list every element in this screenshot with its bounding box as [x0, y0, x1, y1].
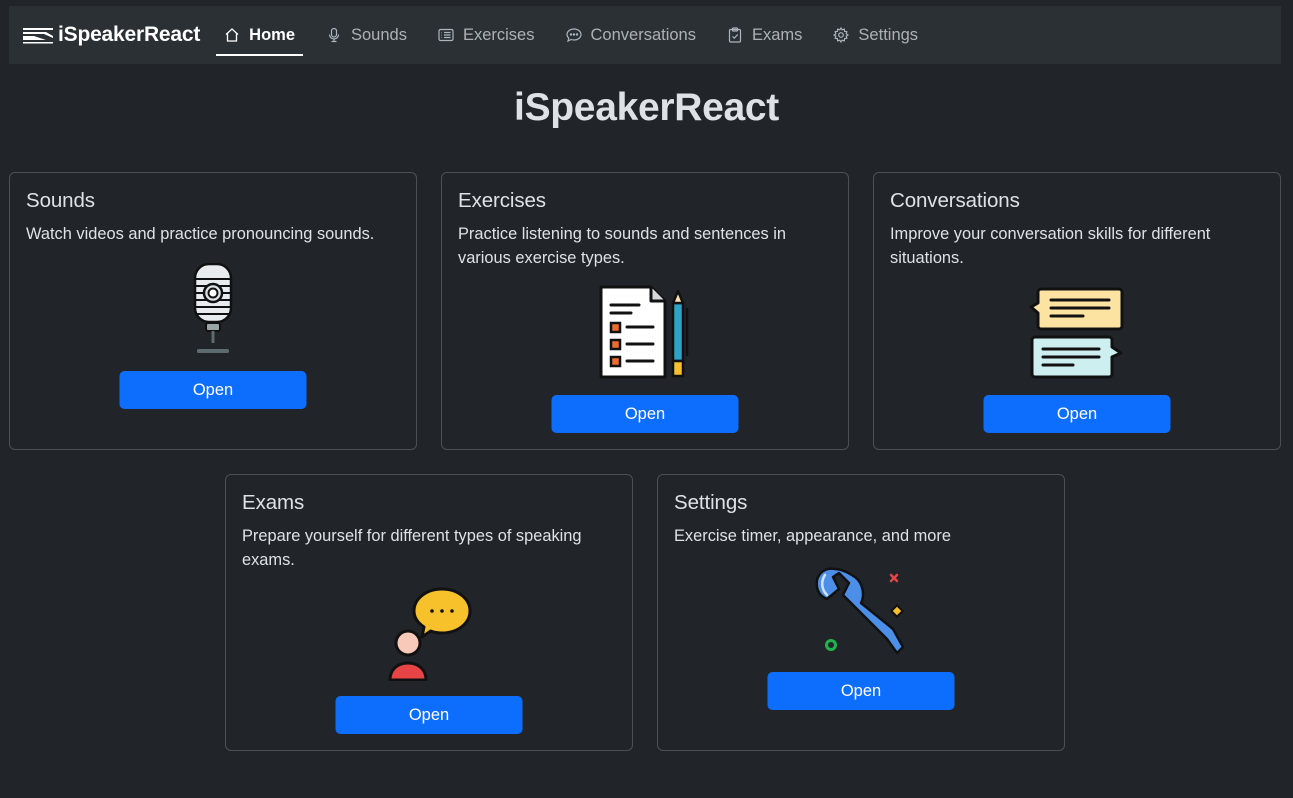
open-exercises-button[interactable]: Open	[551, 395, 739, 433]
chat-dots-icon	[565, 27, 582, 43]
page-title: iSpeakerReact	[514, 86, 779, 129]
card-description: Prepare yourself for different types of …	[242, 527, 582, 569]
card-description: Exercise timer, appearance, and more	[674, 527, 951, 545]
nav-item-label: Exams	[751, 25, 803, 44]
card-title: Sounds	[26, 189, 95, 212]
nav-item-home[interactable]: Home	[216, 6, 303, 64]
card-description: Watch videos and practice pronouncing so…	[26, 225, 375, 243]
card-title: Exercises	[458, 189, 546, 212]
clipboard-check-icon	[727, 27, 743, 43]
nav-item-label: Settings	[858, 25, 919, 44]
open-sounds-button[interactable]: Open	[119, 371, 307, 409]
nav-item-exercises[interactable]: Exercises	[430, 6, 543, 64]
wrench-illustration-icon	[815, 567, 905, 655]
open-conversations-button[interactable]: Open	[983, 395, 1171, 433]
brand-logo-icon	[23, 28, 53, 44]
nav-item-settings[interactable]: Settings	[825, 6, 926, 64]
card-title: Conversations	[890, 189, 1020, 212]
card-description: Improve your conversation skills for dif…	[890, 225, 1211, 267]
card-conversations: Conversations Improve your conversation …	[873, 172, 1281, 450]
speaker-person-illustration-icon	[388, 587, 472, 681]
card-title: Settings	[674, 491, 748, 514]
microphone-icon	[326, 27, 342, 43]
brand-name: iSpeakerReact	[58, 23, 201, 46]
card-exams: Exams Prepare yourself for different typ…	[225, 474, 633, 751]
nav-item-label: Home	[249, 25, 295, 44]
card-settings: Settings Exercise timer, appearance, and…	[657, 474, 1065, 751]
open-settings-button[interactable]: Open	[767, 672, 955, 710]
nav-item-conversations[interactable]: Conversations	[558, 6, 704, 64]
card-description: Practice listening to sounds and sentenc…	[458, 225, 787, 267]
nav-item-label: Exercises	[462, 25, 535, 44]
speech-bubbles-illustration-icon	[1029, 287, 1124, 379]
checklist-pencil-illustration-icon	[599, 285, 689, 379]
nav-item-sounds[interactable]: Sounds	[318, 6, 415, 64]
nav-item-exams[interactable]: Exams	[719, 6, 810, 64]
open-exams-button[interactable]: Open	[335, 696, 523, 734]
card-list-icon	[438, 27, 454, 43]
card-title: Exams	[242, 491, 305, 514]
top-navbar: iSpeakerReact Home Sounds Exercises Conv…	[9, 6, 1281, 64]
nav-item-label: Sounds	[351, 25, 407, 44]
nav-list: Home Sounds Exercises Conversations Exam…	[216, 6, 941, 64]
card-exercises: Exercises Practice listening to sounds a…	[441, 172, 849, 450]
microphone-illustration-icon	[193, 263, 233, 353]
nav-item-label: Conversations	[590, 25, 696, 44]
home-icon	[224, 27, 240, 43]
gear-icon	[833, 27, 850, 43]
card-sounds: Sounds Watch videos and practice pronoun…	[9, 172, 417, 450]
brand-link[interactable]: iSpeakerReact	[22, 23, 200, 47]
